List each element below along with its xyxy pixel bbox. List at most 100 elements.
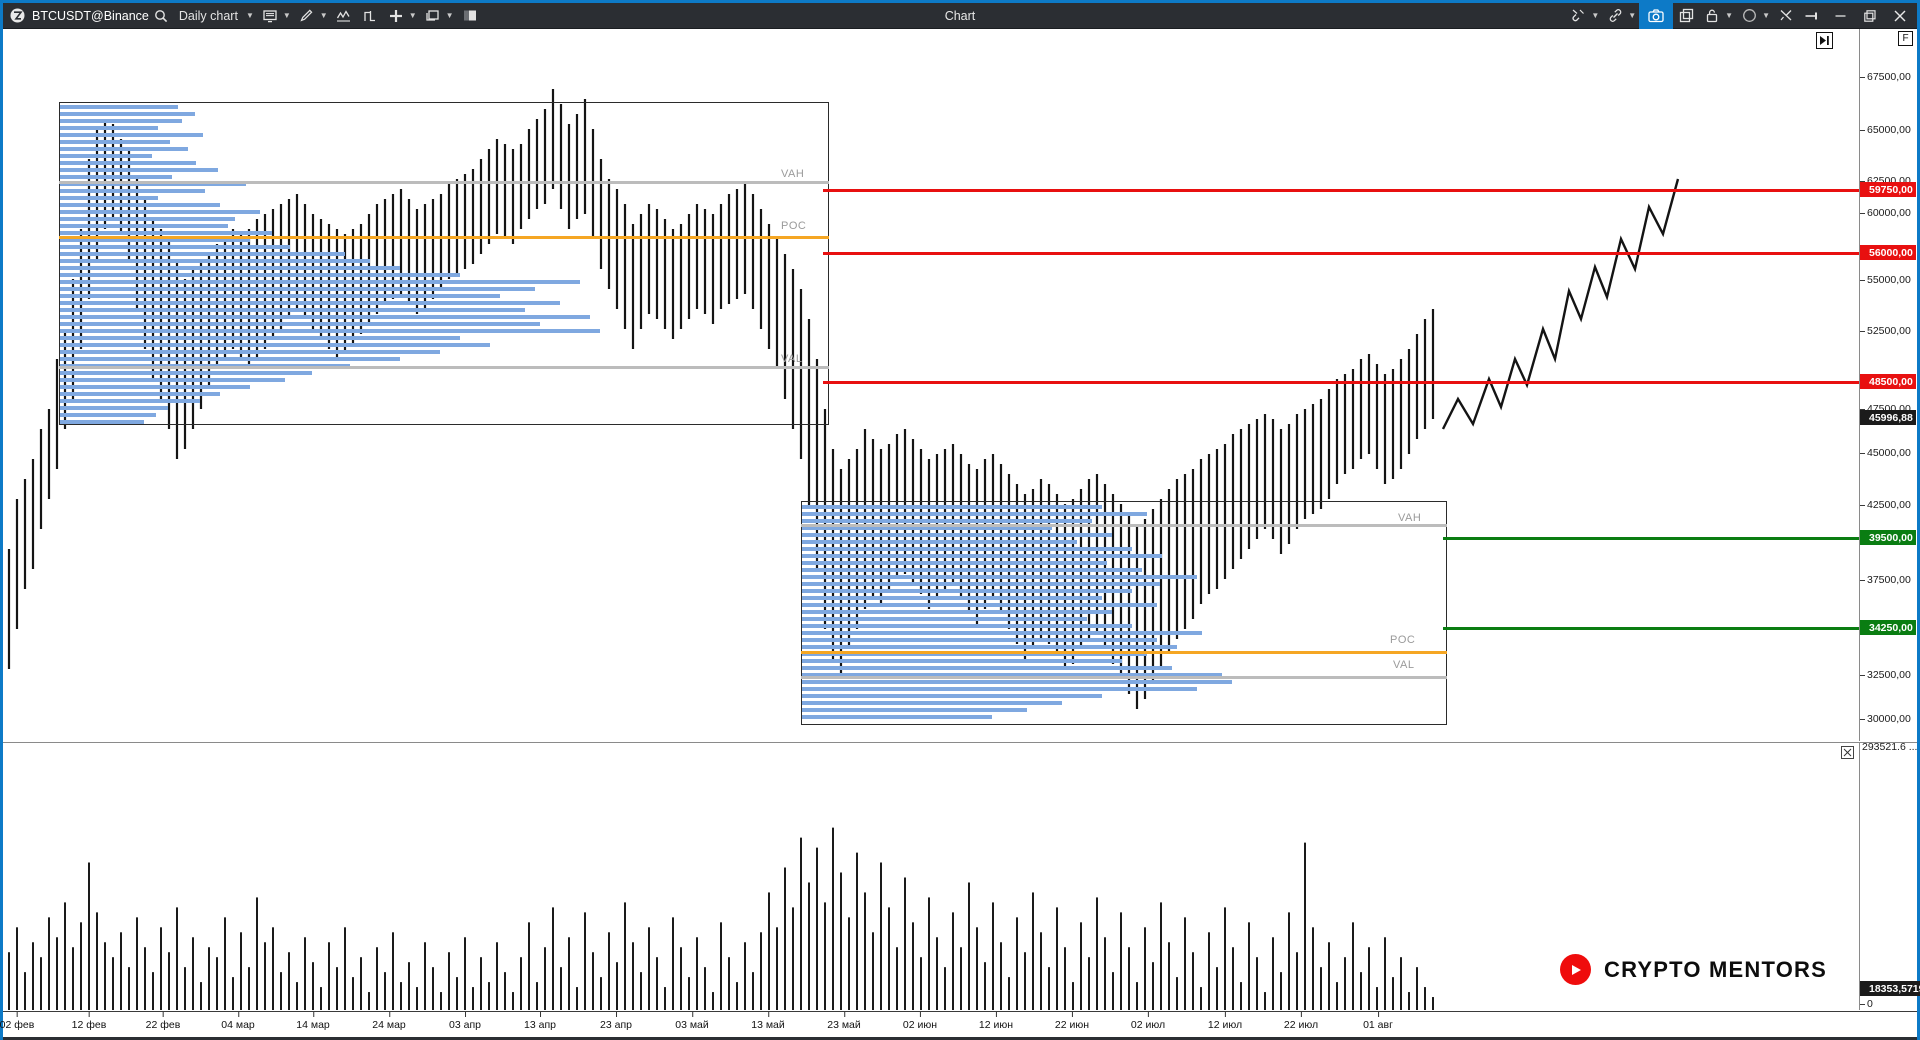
resistance-price-tag[interactable]: 59750,00 (1860, 182, 1916, 197)
price-tick: 45000,00 (1860, 447, 1917, 459)
window-button[interactable]: ▼ (420, 5, 457, 27)
volume-zero-label: 0 (1867, 998, 1873, 1010)
date-tick: 02 фев (0, 1012, 34, 1031)
last-price-tag[interactable]: 45996,88 (1860, 410, 1916, 425)
search-icon[interactable] (151, 6, 171, 26)
lower-val-line (801, 676, 1447, 679)
clear-drawings-button[interactable] (1773, 5, 1799, 27)
youtube-play-icon (1560, 954, 1591, 985)
upper-vah-line (59, 181, 829, 184)
price-panel[interactable]: VAH POC VAL VAH POC VAL F 67500,00 65000… (3, 29, 1917, 741)
price-tick: 30000,00 (1860, 713, 1917, 725)
title-bar: BTCUSDT@Binance Daily chart ▼ ▼ ▼ ▼ ▼ Ch… (3, 2, 1917, 29)
lower-volume-profile-bars (802, 502, 1446, 724)
add-icon (386, 6, 406, 26)
volume-panel-close-button[interactable] (1841, 746, 1854, 759)
price-tick: 42500,00 (1860, 499, 1917, 511)
add-button[interactable]: ▼ (383, 5, 420, 27)
support-price-tag[interactable]: 34250,00 (1860, 620, 1916, 635)
volume-top-label: 293521.6 ... (1862, 741, 1918, 753)
price-tick: 65000,00 (1860, 124, 1917, 136)
date-tick-label: 02 июн (902, 1019, 938, 1031)
date-tick-label: 12 июл (1207, 1019, 1243, 1031)
support-price-tag[interactable]: 39500,00 (1860, 530, 1916, 545)
symbol-label[interactable]: BTCUSDT@Binance (27, 5, 151, 27)
price-axis[interactable]: F 67500,00 65000,00 62500,00 60000,00 57… (1860, 29, 1917, 741)
minimize-button[interactable] (1825, 3, 1855, 29)
chevron-down-icon: ▼ (1725, 11, 1734, 20)
support-line-34250[interactable] (1443, 627, 1859, 630)
price-tick: 60000,00 (1860, 207, 1917, 219)
clone-icon (1676, 6, 1696, 26)
resistance-price-tag[interactable]: 56000,00 (1860, 245, 1916, 260)
resistance-price-tag[interactable]: 48500,00 (1860, 374, 1916, 389)
resistance-line-59750[interactable] (823, 189, 1859, 192)
future-mode-tag[interactable]: F (1898, 31, 1913, 46)
volume-axis[interactable]: 293521.6 ... 0 18353,5719 (1860, 741, 1920, 1010)
order-tool-button[interactable] (357, 5, 383, 27)
draw-tools-button[interactable]: ▼ (294, 5, 331, 27)
price-tick: 55000,00 (1860, 274, 1917, 286)
date-tick-label: 13 май (751, 1019, 785, 1031)
chevron-down-icon: ▼ (282, 11, 291, 20)
shape-button[interactable]: ▼ (1736, 5, 1773, 27)
chevron-down-icon: ▼ (445, 11, 454, 20)
chart-style-icon (260, 6, 280, 26)
chevron-down-icon: ▼ (1628, 11, 1637, 20)
lower-val-label: VAL (1393, 659, 1415, 671)
chart-container[interactable]: VAH POC VAL VAH POC VAL F 67500,00 65000… (0, 29, 1920, 1040)
link-off-button[interactable]: ▼ (1565, 5, 1602, 27)
price-plot-area[interactable]: VAH POC VAL VAH POC VAL (3, 29, 1859, 741)
date-tick-label: 14 мар (296, 1019, 330, 1031)
title-bar-right-tools: ▼ ▼ ▼ ▼ (1565, 2, 1915, 29)
date-tick: 04 мар (221, 1012, 255, 1031)
support-line-39500[interactable] (1443, 537, 1859, 540)
pin-icon (1802, 6, 1822, 26)
projection-zigzag-path (1441, 178, 1680, 430)
camera-button[interactable] (1639, 2, 1674, 29)
lower-vah-label: VAH (1398, 512, 1422, 524)
price-tick-label: 65000,00 (1867, 124, 1911, 136)
date-tick-label: 23 май (827, 1019, 861, 1031)
price-tick: 37500,00 (1860, 574, 1917, 586)
date-tick-label: 03 май (675, 1019, 709, 1031)
date-tick-label: 12 июн (978, 1019, 1014, 1031)
timeframe-selector[interactable]: Daily chart ▼ (171, 5, 257, 27)
restore-button[interactable] (1855, 3, 1885, 29)
pin-button[interactable] (1799, 5, 1825, 27)
chevron-down-icon: ▼ (408, 11, 417, 20)
chevron-down-icon: ▼ (319, 11, 328, 20)
price-tick-label: 60000,00 (1867, 207, 1911, 219)
link-button[interactable]: ▼ (1602, 5, 1639, 27)
close-button[interactable] (1885, 3, 1915, 29)
scissors-icon (1776, 6, 1796, 26)
order-icon (360, 6, 380, 26)
link-icon (1605, 6, 1625, 26)
date-tick-label: 04 мар (221, 1019, 255, 1031)
date-axis[interactable]: 02 фев 12 фев 22 фев 04 мар 14 мар 24 ма… (0, 1011, 1917, 1037)
layout-button[interactable] (457, 5, 483, 27)
indicator-icon (334, 6, 354, 26)
chart-style-button[interactable]: ▼ (257, 5, 294, 27)
scroll-to-last-bar-button[interactable] (1816, 32, 1833, 49)
close-icon (1890, 6, 1910, 26)
draw-pencil-icon (297, 6, 317, 26)
date-tick: 13 апр (524, 1012, 556, 1031)
watermark: CRYPTO MENTORS (1560, 954, 1827, 985)
resistance-line-48500[interactable] (823, 381, 1859, 384)
upper-volume-profile-bars (60, 103, 828, 424)
app-logo-icon[interactable] (7, 6, 27, 26)
clone-button[interactable] (1673, 5, 1699, 27)
lock-button[interactable]: ▼ (1699, 5, 1736, 27)
date-tick: 14 мар (296, 1012, 330, 1031)
lower-poc-line (801, 651, 1447, 654)
chevron-down-icon: ▼ (1591, 11, 1600, 20)
date-tick: 12 июн (979, 1012, 1013, 1031)
price-tick: 32500,00 (1860, 669, 1917, 681)
volume-last-value-tag[interactable]: 18353,5719 (1860, 981, 1920, 996)
resistance-line-56000[interactable] (823, 252, 1859, 255)
upper-poc-line (59, 236, 829, 239)
volume-tick: 0 (1860, 998, 1917, 1010)
indicator-button[interactable] (331, 5, 357, 27)
price-tick-label: 45000,00 (1867, 447, 1911, 459)
